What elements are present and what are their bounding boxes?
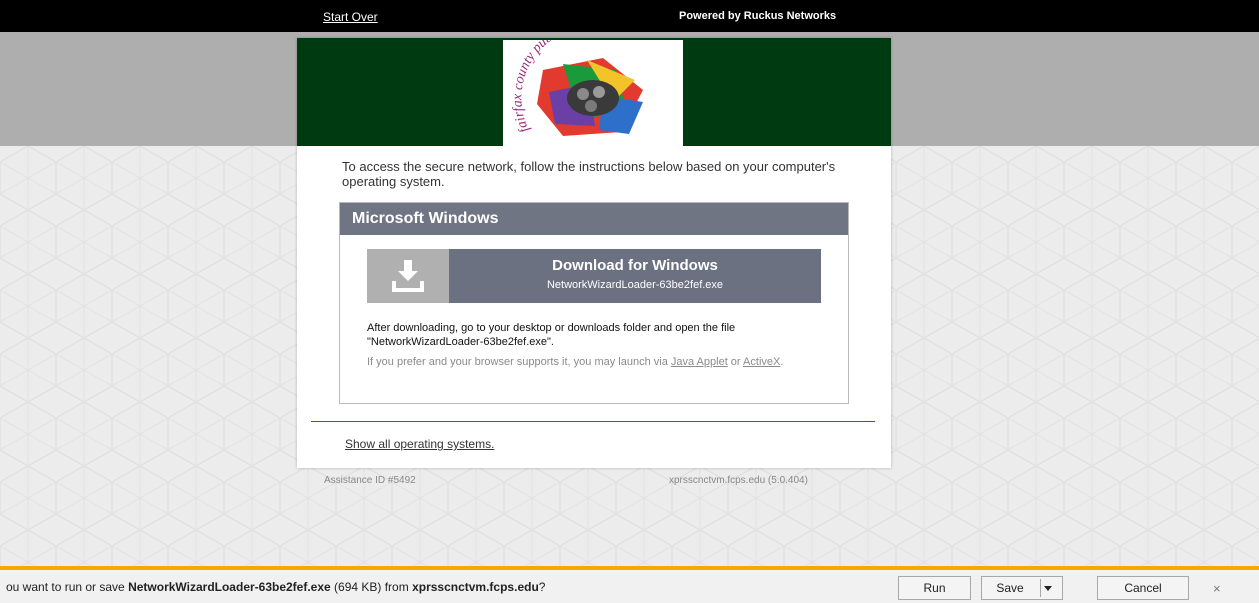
java-applet-link[interactable]: Java Applet — [671, 356, 728, 368]
powered-by-text: Powered by Ruckus Networks — [679, 10, 837, 22]
download-message-prefix: ou want to run or save — [6, 580, 129, 594]
download-notification-bar: ou want to run or save NetworkWizardLoad… — [0, 566, 1259, 603]
download-message: ou want to run or save NetworkWizardLoad… — [6, 580, 545, 594]
card-header: fairfax county public schools — [297, 16, 891, 146]
assistance-id: Assistance ID #5492 — [324, 475, 416, 486]
or-text: or — [727, 356, 744, 368]
portal-card: fairfax county public schools To access … — [297, 16, 891, 468]
alternative-launch-text: If you prefer and your browser supports … — [367, 355, 837, 369]
save-button-label: Save — [996, 581, 1024, 595]
server-host: xprsscnctvm.fcps.edu (5.0.404) — [669, 475, 808, 486]
save-button[interactable]: Save — [981, 576, 1063, 600]
chevron-down-icon[interactable] — [1044, 586, 1052, 591]
windows-section: Microsoft Windows Download for Windows N… — [339, 202, 849, 404]
download-windows-button[interactable]: Download for Windows NetworkWizardLoader… — [367, 249, 821, 303]
download-message-size: (694 KB) from — [330, 580, 413, 594]
period-text: . — [780, 356, 784, 368]
after-download-text: After downloading, go to your desktop or… — [367, 322, 736, 348]
download-filename: NetworkWizardLoader-63be2fef.exe — [546, 279, 724, 291]
red-divider — [311, 421, 875, 422]
intro-text: To access the secure network, follow the… — [342, 159, 836, 189]
windows-heading: Microsoft Windows — [340, 203, 848, 235]
show-all-os-link[interactable]: Show all operating systems. — [345, 437, 494, 451]
download-message-file: NetworkWizardLoader-63be2fef.exe — [128, 580, 331, 594]
prefer-text: If you prefer and your browser supports … — [367, 356, 671, 368]
download-message-source: xprsscnctvm.fcps.edu — [412, 580, 539, 594]
download-message-suffix: ? — [538, 580, 546, 594]
top-bar: Start Over Powered by Ruckus Networks — [0, 0, 1259, 32]
download-icon — [367, 249, 449, 303]
start-over-link[interactable]: Start Over — [323, 10, 378, 24]
cancel-button[interactable]: Cancel — [1097, 576, 1189, 600]
run-button[interactable]: Run — [898, 576, 971, 600]
activex-link[interactable]: ActiveX — [743, 356, 780, 368]
save-split-divider — [1040, 579, 1041, 597]
school-logo: fairfax county public schools — [503, 16, 683, 146]
close-icon[interactable]: × — [1213, 581, 1221, 596]
download-title: Download for Windows — [552, 257, 718, 274]
